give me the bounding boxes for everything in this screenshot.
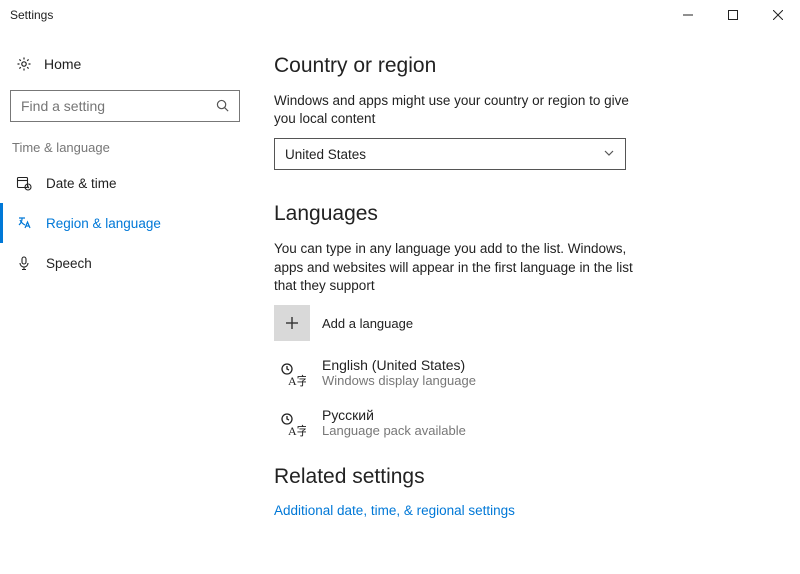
- language-item-english[interactable]: A字 English (United States) Windows displ…: [274, 357, 760, 393]
- country-description: Windows and apps might use your country …: [274, 92, 634, 128]
- home-button[interactable]: Home: [0, 48, 250, 80]
- home-label: Home: [44, 56, 81, 72]
- plus-icon: [274, 305, 310, 341]
- languages-description: You can type in any language you add to …: [274, 240, 634, 295]
- additional-settings-link[interactable]: Additional date, time, & regional settin…: [274, 503, 760, 518]
- languages-heading: Languages: [274, 202, 760, 226]
- svg-text:A字: A字: [288, 423, 306, 438]
- maximize-button[interactable]: [710, 0, 755, 30]
- country-value: United States: [285, 147, 366, 162]
- search-icon: [215, 98, 231, 114]
- minimize-button[interactable]: [665, 0, 710, 30]
- gear-icon: [16, 56, 32, 72]
- chevron-down-icon: [603, 147, 615, 162]
- language-name: English (United States): [322, 357, 476, 373]
- sidebar-item-label: Region & language: [46, 216, 161, 231]
- add-language-button[interactable]: Add a language: [274, 305, 760, 341]
- window-title: Settings: [10, 8, 53, 22]
- sidebar-item-label: Date & time: [46, 176, 117, 191]
- sidebar-item-speech[interactable]: Speech: [0, 243, 250, 283]
- titlebar: Settings: [0, 0, 800, 30]
- window-controls: [665, 0, 800, 30]
- language-item-russian[interactable]: A字 Русский Language pack available: [274, 407, 760, 443]
- sidebar-item-label: Speech: [46, 256, 92, 271]
- sidebar-item-region-language[interactable]: Region & language: [0, 203, 250, 243]
- sidebar: Home Time & language Date & time: [0, 30, 250, 574]
- svg-text:A字: A字: [288, 373, 306, 388]
- language-sub: Windows display language: [322, 373, 476, 388]
- add-language-label: Add a language: [322, 316, 413, 331]
- search-box[interactable]: [10, 90, 240, 122]
- close-button[interactable]: [755, 0, 800, 30]
- language-name: Русский: [322, 407, 466, 423]
- country-heading: Country or region: [274, 54, 760, 78]
- sidebar-item-date-time[interactable]: Date & time: [0, 163, 250, 203]
- language-icon: [16, 215, 32, 231]
- country-select[interactable]: United States: [274, 138, 626, 170]
- microphone-icon: [16, 255, 32, 271]
- search-input[interactable]: [19, 97, 215, 115]
- language-sub: Language pack available: [322, 423, 466, 438]
- language-glyph-icon: A字: [274, 357, 310, 393]
- language-glyph-icon: A字: [274, 407, 310, 443]
- sidebar-category: Time & language: [0, 136, 250, 163]
- related-settings-heading: Related settings: [274, 465, 760, 489]
- content-pane: Country or region Windows and apps might…: [250, 30, 800, 574]
- calendar-clock-icon: [16, 175, 32, 191]
